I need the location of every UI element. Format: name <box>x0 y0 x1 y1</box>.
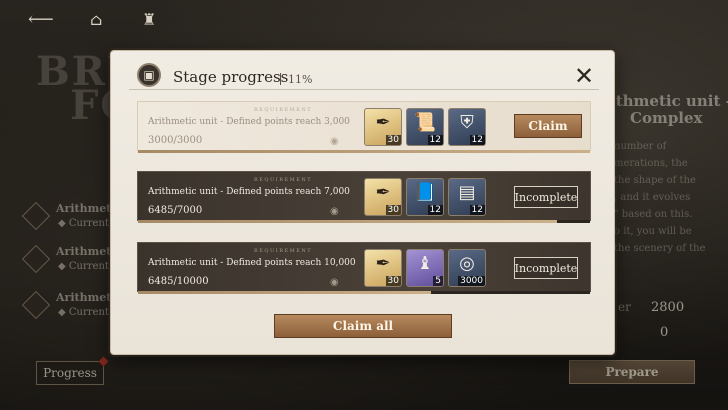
task-progress-bar <box>138 150 590 153</box>
task-title: Arithmetic unit - Defined points reach 7… <box>148 187 350 197</box>
book-icon: 📘 <box>413 182 437 203</box>
task-count: 6485/7000 <box>148 205 203 216</box>
reward-item[interactable]: ✒ 30 <box>364 178 402 216</box>
task-title: Arithmetic unit - Defined points reach 1… <box>148 258 356 268</box>
requirement-label: REQUIREMENT <box>254 248 313 254</box>
task-progress-bar <box>138 220 590 223</box>
quill-pen-icon: ✒ <box>375 112 391 133</box>
task-progress-fill <box>138 220 557 223</box>
reward-item[interactable]: ♝ 5 <box>406 249 444 287</box>
incomplete-status: Incomplete <box>514 257 578 279</box>
claim-all-button[interactable]: Claim all <box>274 314 452 338</box>
claim-button[interactable]: Claim <box>514 114 582 138</box>
reward-qty: 30 <box>385 276 401 286</box>
quill-pen-icon: ✒ <box>375 253 391 274</box>
reward-item[interactable]: ✒ 30 <box>364 249 402 287</box>
home-icon[interactable]: ⌂ <box>90 12 102 28</box>
reward-item[interactable]: 📜 12 <box>406 108 444 146</box>
coin-icon: ◎ <box>459 253 475 274</box>
reward-qty: 30 <box>385 205 401 215</box>
reward-qty: 12 <box>469 205 485 215</box>
reward-qty: 3000 <box>458 276 485 286</box>
eye-icon[interactable]: ◉ <box>330 206 339 217</box>
reward-qty: 30 <box>385 135 401 145</box>
modal-title: Stage progress <box>173 68 289 86</box>
reward-item[interactable]: ◎ 3000 <box>448 249 486 287</box>
eye-icon[interactable]: ◉ <box>330 136 339 147</box>
title-divider <box>280 73 281 85</box>
task-progress-fill <box>138 150 590 153</box>
reward-qty: 12 <box>469 135 485 145</box>
task-row: REQUIREMENT Arithmetic unit - Defined po… <box>137 171 591 223</box>
shield-plate-icon: ⛨ <box>460 112 474 133</box>
requirement-label: REQUIREMENT <box>254 107 313 113</box>
task-row: REQUIREMENT Arithmetic unit - Defined po… <box>137 242 591 294</box>
reward-qty: 5 <box>433 276 443 286</box>
task-count: 6485/10000 <box>148 276 209 287</box>
task-progress-fill <box>138 291 432 294</box>
scroll-icon: 📜 <box>413 112 437 133</box>
character-icon[interactable]: ♜ <box>142 12 156 28</box>
task-row: REQUIREMENT Arithmetic unit - Defined po… <box>137 101 591 153</box>
quill-pen-icon: ✒ <box>375 182 391 203</box>
stage-progress-modal: ▣ Stage progress 11% ✕ REQUIREMENT Arith… <box>110 50 615 355</box>
reward-qty: 12 <box>427 205 443 215</box>
eye-icon[interactable]: ◉ <box>330 277 339 288</box>
reward-item[interactable]: ✒ 30 <box>364 108 402 146</box>
back-arrow-icon[interactable]: ⟵ <box>28 11 54 29</box>
reward-item[interactable]: ▤ 12 <box>448 178 486 216</box>
cube-icon: ▣ <box>137 63 161 87</box>
close-button[interactable]: ✕ <box>570 63 598 91</box>
modal-header: ▣ Stage progress 11% ✕ <box>111 51 614 93</box>
pouch-icon: ♝ <box>416 253 434 274</box>
reward-qty: 12 <box>427 135 443 145</box>
task-count: 3000/3000 <box>148 135 203 146</box>
progress-percent: 11% <box>288 73 313 86</box>
top-bar: ⟵ ⌂ ♜ <box>0 0 728 40</box>
painting-icon: ▤ <box>458 182 476 203</box>
requirement-label: REQUIREMENT <box>254 177 313 183</box>
header-divider <box>129 89 599 90</box>
task-progress-bar <box>138 291 590 294</box>
reward-item[interactable]: 📘 12 <box>406 178 444 216</box>
task-title: Arithmetic unit - Defined points reach 3… <box>148 117 350 127</box>
reward-item[interactable]: ⛨ 12 <box>448 108 486 146</box>
incomplete-status: Incomplete <box>514 186 578 208</box>
